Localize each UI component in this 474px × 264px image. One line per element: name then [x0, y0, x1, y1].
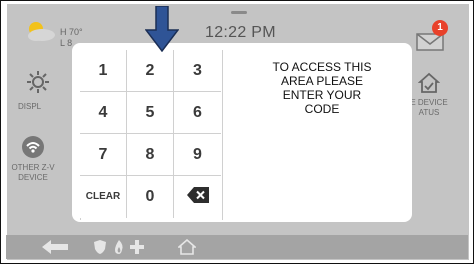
temperature-high: H 70°	[60, 27, 83, 37]
back-arrow-icon[interactable]	[40, 239, 70, 255]
temperature-low: L 8	[60, 38, 73, 48]
key-3[interactable]: 3	[174, 50, 221, 92]
down-arrow-icon	[145, 6, 179, 52]
medical-cross-icon[interactable]	[130, 240, 144, 254]
weather-icon	[28, 22, 55, 41]
tile-display-label: DISPL	[18, 102, 42, 111]
key-9[interactable]: 9	[174, 134, 221, 176]
key-7[interactable]: 7	[80, 134, 127, 176]
backspace-button[interactable]	[174, 176, 221, 218]
key-1[interactable]: 1	[80, 50, 127, 92]
brightness-icon	[27, 71, 49, 93]
key-8[interactable]: 8	[127, 134, 174, 176]
home-status-icon	[418, 72, 440, 93]
home-icon[interactable]	[178, 239, 196, 255]
key-5[interactable]: 5	[127, 92, 174, 134]
zwave-icon	[22, 136, 44, 158]
tile-display[interactable]: DISPL	[8, 70, 68, 111]
clear-button[interactable]: CLEAR	[80, 176, 127, 218]
message-count-badge: 1	[432, 20, 448, 36]
shield-icon[interactable]	[93, 239, 107, 255]
bottom-nav-bar	[6, 235, 468, 259]
pull-down-handle[interactable]	[231, 11, 247, 14]
clock-time: 12:22 PM	[205, 24, 276, 41]
key-0[interactable]: 0	[127, 176, 174, 218]
access-code-message: TO ACCESS THIS AREA PLEASE ENTER YOUR CO…	[272, 60, 372, 116]
flame-icon[interactable]	[112, 239, 126, 255]
key-6[interactable]: 6	[174, 92, 221, 134]
tile-zwave-label-line2: DEVICE	[18, 173, 48, 182]
backspace-icon	[186, 187, 209, 204]
key-2[interactable]: 2	[127, 50, 174, 92]
tile-other-zwave-devices[interactable]: OTHER Z-V DEVICE	[0, 135, 68, 183]
key-4[interactable]: 4	[80, 92, 127, 134]
tile-zwave-label-line1: OTHER Z-V	[11, 163, 55, 172]
access-code-dialog: 1 2 3 4 5 6 7 8 9 CLEAR 0 TO ACCESS THIS…	[72, 43, 412, 222]
